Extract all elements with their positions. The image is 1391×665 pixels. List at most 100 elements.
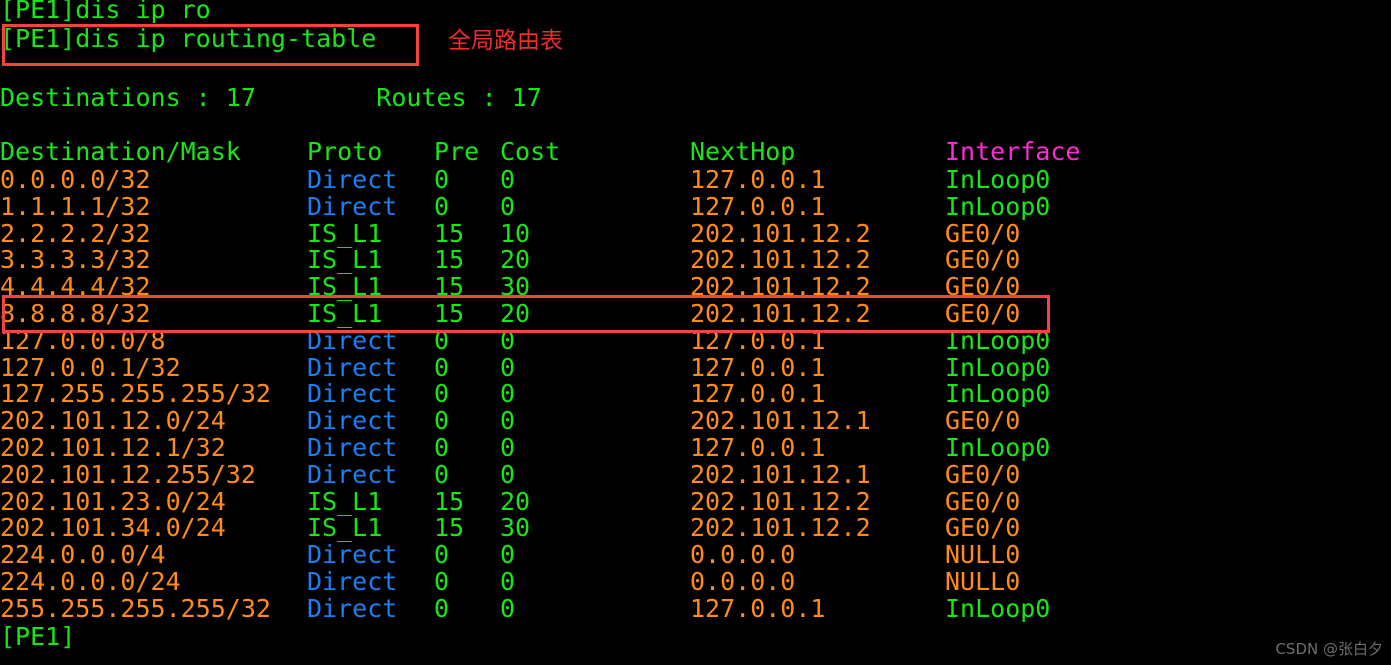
cell-pre: 15 <box>434 218 465 248</box>
cell-pre: 0 <box>434 540 450 570</box>
cell-pre: 15 <box>434 272 465 302</box>
cell-nexthop: 202.101.12.2 <box>690 299 871 328</box>
table-row: 127.255.255.255/32 Direct 0 0 127.0.0.1 InLoo… <box>0 380 1391 407</box>
cell-interface: InLoop0 <box>945 165 1051 194</box>
cell-interface: InLoop0 <box>945 593 1051 623</box>
cell-cost: 0 <box>500 379 516 409</box>
cell-interface: NULL0 <box>945 567 1021 596</box>
cell-interface: GE0/0 <box>945 245 1021 275</box>
cell-interface: InLoop0 <box>945 433 1051 462</box>
cell-nexthop: 202.101.12.1 <box>690 406 871 436</box>
cell-proto: Direct <box>307 191 398 221</box>
cell-nexthop: 127.0.0.1 <box>690 325 826 355</box>
cell-destination: 4.4.4.4/32 <box>0 272 151 302</box>
cell-destination: 202.101.34.0/24 <box>0 513 226 543</box>
table-row: 255.255.255.255/32 Direct 0 0 127.0.0.1 InLoo… <box>0 595 1391 622</box>
cell-proto: IS_L1 <box>307 299 383 328</box>
cell-cost: 20 <box>500 486 531 516</box>
table-row: 202.101.12.0/24 Direct 0 0 202.101.12.1 GE0/0 <box>0 407 1391 434</box>
command-line-2: [PE1]dis ip routing-table <box>0 24 377 53</box>
cell-interface: GE0/0 <box>945 486 1021 516</box>
cell-proto: IS_L1 <box>307 486 383 516</box>
table-row: 224.0.0.0/4 Direct 0 0 0.0.0.0 NULL0 <box>0 541 1391 568</box>
table-row: 0.0.0.0/32 Direct 0 0 127.0.0.1 InLoop0 <box>0 166 1391 193</box>
cell-interface: InLoop0 <box>945 379 1051 409</box>
cell-nexthop: 127.0.0.1 <box>690 165 826 194</box>
cell-destination: 8.8.8.8/32 <box>0 299 151 328</box>
cell-interface: GE0/0 <box>945 513 1021 543</box>
cell-interface: NULL0 <box>945 540 1021 570</box>
cell-pre: 0 <box>434 379 450 409</box>
table-row: 202.101.34.0/24 IS_L1 15 30 202.101.12.2 GE0/… <box>0 514 1391 541</box>
cell-interface: InLoop0 <box>945 191 1051 221</box>
header-interface: Interface <box>945 137 1081 166</box>
cell-destination: 202.101.12.0/24 <box>0 406 226 436</box>
cell-destination: 0.0.0.0/32 <box>0 165 151 194</box>
cell-destination: 127.0.0.1/32 <box>0 352 181 382</box>
cell-pre: 0 <box>434 593 450 623</box>
cell-proto: Direct <box>307 406 398 436</box>
cell-destination: 224.0.0.0/24 <box>0 567 181 596</box>
cell-cost: 30 <box>500 513 531 543</box>
cell-interface: GE0/0 <box>945 272 1021 302</box>
cell-cost: 0 <box>500 540 516 570</box>
cell-cost: 20 <box>500 299 531 328</box>
terminal-screen: [PE1]dis ip ro [PE1]dis ip routing-table… <box>0 0 1391 665</box>
cell-proto: Direct <box>307 459 398 489</box>
cell-nexthop: 127.0.0.1 <box>690 352 826 382</box>
cell-interface: GE0/0 <box>945 459 1021 489</box>
cell-proto: IS_L1 <box>307 245 383 275</box>
header-pre: Pre <box>434 137 480 166</box>
cell-nexthop: 127.0.0.1 <box>690 433 826 462</box>
cell-destination: 202.101.12.1/32 <box>0 433 226 462</box>
cell-proto: IS_L1 <box>307 218 383 248</box>
cell-interface: GE0/0 <box>945 406 1021 436</box>
cell-proto: Direct <box>307 165 398 194</box>
table-row: 8.8.8.8/32 IS_L1 15 20 202.101.12.2 GE0/0 <box>0 300 1391 327</box>
cell-destination: 127.255.255.255/32 <box>0 379 271 409</box>
cell-cost: 30 <box>500 272 531 302</box>
cell-pre: 15 <box>434 245 465 275</box>
table-row: 127.0.0.1/32 Direct 0 0 127.0.0.1 InLoop0 <box>0 354 1391 381</box>
cell-destination: 202.101.23.0/24 <box>0 486 226 516</box>
watermark: CSDN @张白夕 <box>1275 640 1383 658</box>
cell-destination: 255.255.255.255/32 <box>0 593 271 623</box>
cell-destination: 3.3.3.3/32 <box>0 245 151 275</box>
table-row: 2.2.2.2/32 IS_L1 15 10 202.101.12.2 GE0/0 <box>0 220 1391 247</box>
cell-cost: 0 <box>500 593 516 623</box>
cell-nexthop: 202.101.12.1 <box>690 459 871 489</box>
cell-proto: Direct <box>307 540 398 570</box>
cell-cost: 20 <box>500 245 531 275</box>
cell-cost: 0 <box>500 352 516 382</box>
cell-proto: IS_L1 <box>307 272 383 302</box>
table-row: 202.101.23.0/24 IS_L1 15 20 202.101.12.2 GE0/… <box>0 488 1391 515</box>
header-cost: Cost <box>500 137 561 166</box>
cell-pre: 0 <box>434 406 450 436</box>
cell-pre: 0 <box>434 165 450 194</box>
cell-pre: 0 <box>434 433 450 462</box>
cell-cost: 0 <box>500 406 516 436</box>
table-row: 4.4.4.4/32 IS_L1 15 30 202.101.12.2 GE0/0 <box>0 273 1391 300</box>
cell-pre: 15 <box>434 513 465 543</box>
cell-nexthop: 202.101.12.2 <box>690 218 871 248</box>
cell-proto: IS_L1 <box>307 513 383 543</box>
cell-pre: 0 <box>434 191 450 221</box>
cell-proto: Direct <box>307 379 398 409</box>
table-row: 202.101.12.255/32 Direct 0 0 202.101.12.1 GE0… <box>0 461 1391 488</box>
header-proto: Proto <box>307 137 383 166</box>
cell-cost: 0 <box>500 567 516 596</box>
cell-nexthop: 127.0.0.1 <box>690 379 826 409</box>
summary-line: Destinations : 17 Routes : 17 <box>0 83 542 112</box>
cell-proto: Direct <box>307 352 398 382</box>
cell-nexthop: 202.101.12.2 <box>690 486 871 516</box>
cell-nexthop: 127.0.0.1 <box>690 593 826 623</box>
cell-nexthop: 202.101.12.2 <box>690 513 871 543</box>
header-nexthop: NextHop <box>690 137 796 166</box>
cell-cost: 0 <box>500 325 516 355</box>
cell-cost: 0 <box>500 165 516 194</box>
cell-proto: Direct <box>307 325 398 355</box>
table-row: 224.0.0.0/24 Direct 0 0 0.0.0.0 NULL0 <box>0 568 1391 595</box>
trailing-prompt: [PE1] <box>0 622 76 651</box>
cell-pre: 0 <box>434 567 450 596</box>
cell-destination: 202.101.12.255/32 <box>0 459 256 489</box>
